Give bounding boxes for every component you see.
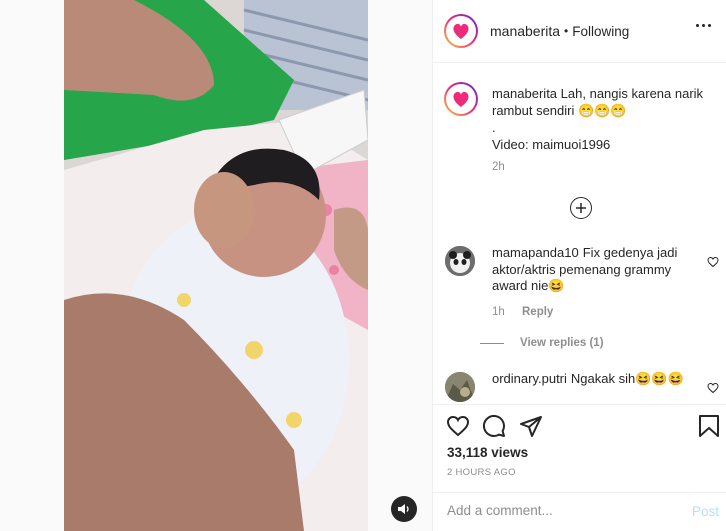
- comment-username[interactable]: mamapanda10: [492, 245, 579, 260]
- post-comment-button[interactable]: Post: [692, 504, 719, 519]
- load-more-comments-button[interactable]: [570, 197, 592, 219]
- manaberita-logo: [453, 23, 469, 39]
- bookmark-icon[interactable]: [698, 414, 720, 438]
- post-header: manaberita • Following: [433, 0, 726, 63]
- share-icon[interactable]: [519, 414, 543, 438]
- comments-section: manaberita Lah, nangis karena narik ramb…: [433, 64, 726, 404]
- heart-icon[interactable]: [446, 414, 470, 438]
- post-details-panel: manaberita • Following manaberita Lah, n…: [432, 0, 726, 531]
- reply-button[interactable]: Reply: [522, 306, 553, 318]
- caption-line-3: Video: maimuoi1996: [492, 137, 611, 152]
- header-separator: •: [564, 24, 569, 38]
- author-avatar-inner: [446, 16, 476, 46]
- comment-username[interactable]: ordinary.putri: [492, 371, 567, 386]
- comment-input[interactable]: [447, 503, 677, 518]
- comment-heart-icon[interactable]: [707, 382, 719, 394]
- post-timestamp: 2 HOURS AGO: [447, 467, 516, 478]
- caption-username[interactable]: manaberita: [492, 86, 557, 101]
- caption-line-2: .: [492, 120, 496, 135]
- caption-avatar[interactable]: [444, 82, 478, 116]
- caption-text: manaberita Lah, nangis karena narik ramb…: [492, 85, 707, 153]
- more-options-icon[interactable]: [696, 24, 711, 27]
- video-frame: [64, 0, 368, 531]
- sound-icon: [398, 504, 409, 514]
- panda-avatar-image: [445, 246, 475, 276]
- user-avatar-image: [445, 372, 475, 402]
- caption-avatar-inner: [446, 84, 476, 114]
- commenter-avatar[interactable]: [445, 246, 475, 276]
- load-more-icon: [576, 203, 586, 213]
- comment-icon[interactable]: [482, 414, 506, 438]
- view-replies-line: [480, 342, 504, 344]
- comment-text: ordinary.putri Ngakak sih😆😆😆: [492, 371, 697, 388]
- post-actions: 33,118 views 2 HOURS AGO: [433, 404, 726, 492]
- comment-time: 1h: [492, 306, 505, 318]
- post-video[interactable]: [64, 0, 368, 531]
- comment-body: Ngakak sih😆😆😆: [570, 371, 684, 386]
- comment-heart-icon[interactable]: [707, 256, 719, 268]
- caption-time: 2h: [492, 161, 505, 173]
- view-count[interactable]: 33,118 views: [447, 445, 528, 460]
- comment-text: mamapanda10 Fix gedenya jadi aktor/aktris…: [492, 245, 697, 295]
- header-username[interactable]: manaberita: [490, 23, 560, 39]
- commenter-avatar[interactable]: [445, 372, 475, 402]
- view-replies-label: View replies (1): [520, 337, 604, 349]
- sound-toggle-button[interactable]: [391, 496, 417, 522]
- following-button[interactable]: Following: [572, 24, 629, 39]
- manaberita-logo: [453, 91, 469, 107]
- author-avatar[interactable]: [444, 14, 478, 48]
- comment-meta: 1h Reply: [492, 306, 553, 318]
- comment-composer: Post: [433, 492, 726, 531]
- view-replies-button[interactable]: View replies (1): [480, 337, 604, 349]
